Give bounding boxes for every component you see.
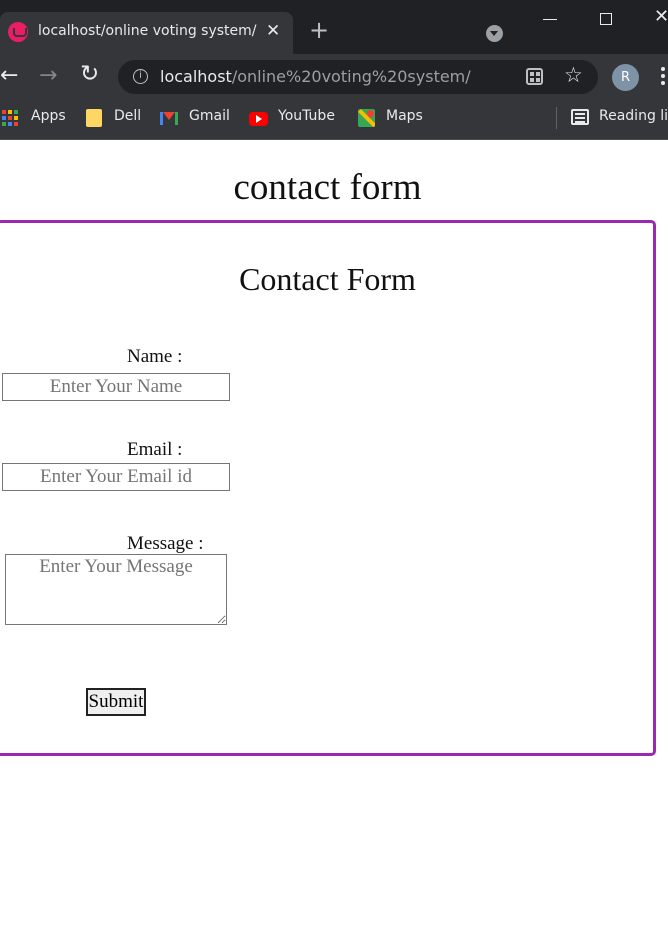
maps-icon	[358, 109, 375, 127]
tab-search-icon[interactable]	[486, 25, 503, 42]
reload-icon[interactable]: ↻	[80, 61, 99, 87]
email-label: Email :	[127, 439, 183, 460]
new-tab-button[interactable]: +	[309, 18, 329, 42]
forward-arrow-icon[interactable]: →	[39, 63, 57, 88]
address-bar[interactable]: i localhost/online%20voting%20system/ ☆	[118, 60, 598, 94]
url-host: localhost	[160, 67, 232, 86]
back-arrow-icon[interactable]: ←	[0, 63, 18, 88]
site-favicon-icon	[8, 22, 28, 42]
bookmarks-bar: Apps Dell Gmail YouTube Maps Reading lis…	[0, 100, 668, 140]
apps-grid-icon	[2, 110, 20, 128]
bookmark-label: Apps	[31, 108, 66, 124]
bookmark-label: Maps	[386, 108, 423, 124]
tab-title: localhost/online voting system/	[38, 23, 257, 39]
youtube-icon	[249, 112, 268, 126]
folder-icon	[86, 109, 102, 127]
gmail-icon	[160, 112, 178, 125]
name-label: Name :	[127, 346, 183, 367]
maximize-window-icon[interactable]	[600, 13, 612, 25]
submit-button[interactable]: Submit	[86, 688, 146, 716]
email-input[interactable]	[2, 463, 230, 491]
bookmark-star-icon[interactable]: ☆	[564, 63, 583, 87]
url-text[interactable]: localhost/online%20voting%20system/	[160, 67, 471, 86]
bookmark-label: Dell	[114, 108, 142, 124]
minimize-window-icon[interactable]	[543, 19, 557, 20]
tab-strip: localhost/online voting system/ ✕ + ✕	[0, 0, 668, 54]
more-menu-icon[interactable]	[661, 67, 665, 71]
url-path: /online%20voting%20system/	[231, 67, 471, 86]
name-input[interactable]	[2, 373, 230, 401]
qr-code-icon[interactable]	[526, 68, 543, 85]
close-window-icon[interactable]: ✕	[654, 6, 668, 27]
tab-close-icon[interactable]: ✕	[266, 21, 280, 41]
browser-toolbar: ← → ↻ i localhost/online%20voting%20syst…	[0, 54, 668, 100]
bookmark-label: YouTube	[278, 108, 335, 124]
site-info-icon[interactable]: i	[133, 69, 148, 84]
bookmark-label: Gmail	[189, 108, 230, 124]
reading-list-label: Reading list	[599, 108, 668, 124]
message-label: Message :	[127, 533, 204, 554]
message-textarea[interactable]	[5, 554, 227, 625]
form-title: Contact Form	[239, 261, 416, 297]
bookmarks-divider	[556, 107, 557, 129]
profile-avatar[interactable]: R	[612, 64, 639, 91]
reading-list-icon	[571, 109, 589, 125]
page-title: contact form	[233, 167, 422, 208]
active-tab[interactable]: localhost/online voting system/ ✕	[0, 12, 293, 54]
